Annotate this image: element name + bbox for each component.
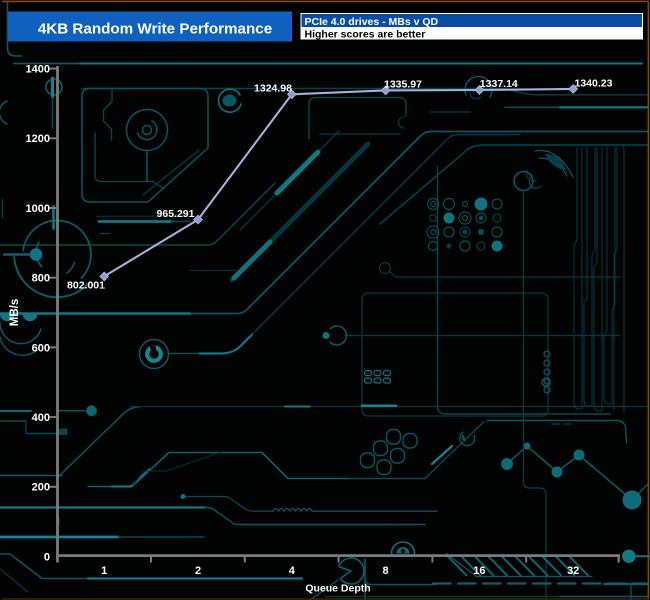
svg-text:16: 16 (473, 565, 485, 577)
svg-text:600: 600 (32, 342, 50, 354)
svg-text:Higher scores are better: Higher scores are better (305, 29, 426, 41)
svg-text:4KB Random Write Performance: 4KB Random Write Performance (38, 20, 272, 37)
svg-text:8: 8 (383, 565, 389, 577)
svg-text:1400: 1400 (26, 64, 50, 76)
svg-text:802.001: 802.001 (67, 280, 105, 292)
svg-text:PCIe 4.0 drives - MBs v QD: PCIe 4.0 drives - MBs v QD (305, 16, 439, 28)
svg-text:Queue Depth: Queue Depth (305, 582, 370, 594)
svg-text:MB/s: MB/s (9, 299, 21, 326)
svg-text:800: 800 (32, 273, 50, 285)
svg-text:1: 1 (101, 565, 107, 577)
svg-text:1000: 1000 (26, 203, 50, 215)
svg-text:32: 32 (567, 565, 579, 577)
svg-text:4: 4 (289, 565, 296, 577)
svg-text:1337.14: 1337.14 (480, 78, 518, 90)
svg-text:2: 2 (195, 565, 201, 577)
svg-text:400: 400 (32, 412, 50, 424)
svg-text:965.291: 965.291 (157, 208, 195, 220)
svg-text:200: 200 (32, 482, 50, 494)
svg-text:1335.97: 1335.97 (384, 79, 422, 91)
svg-text:0: 0 (44, 551, 50, 563)
svg-text:1324.98: 1324.98 (254, 83, 292, 95)
svg-text:1200: 1200 (26, 133, 50, 145)
svg-text:1340.23: 1340.23 (575, 78, 613, 90)
